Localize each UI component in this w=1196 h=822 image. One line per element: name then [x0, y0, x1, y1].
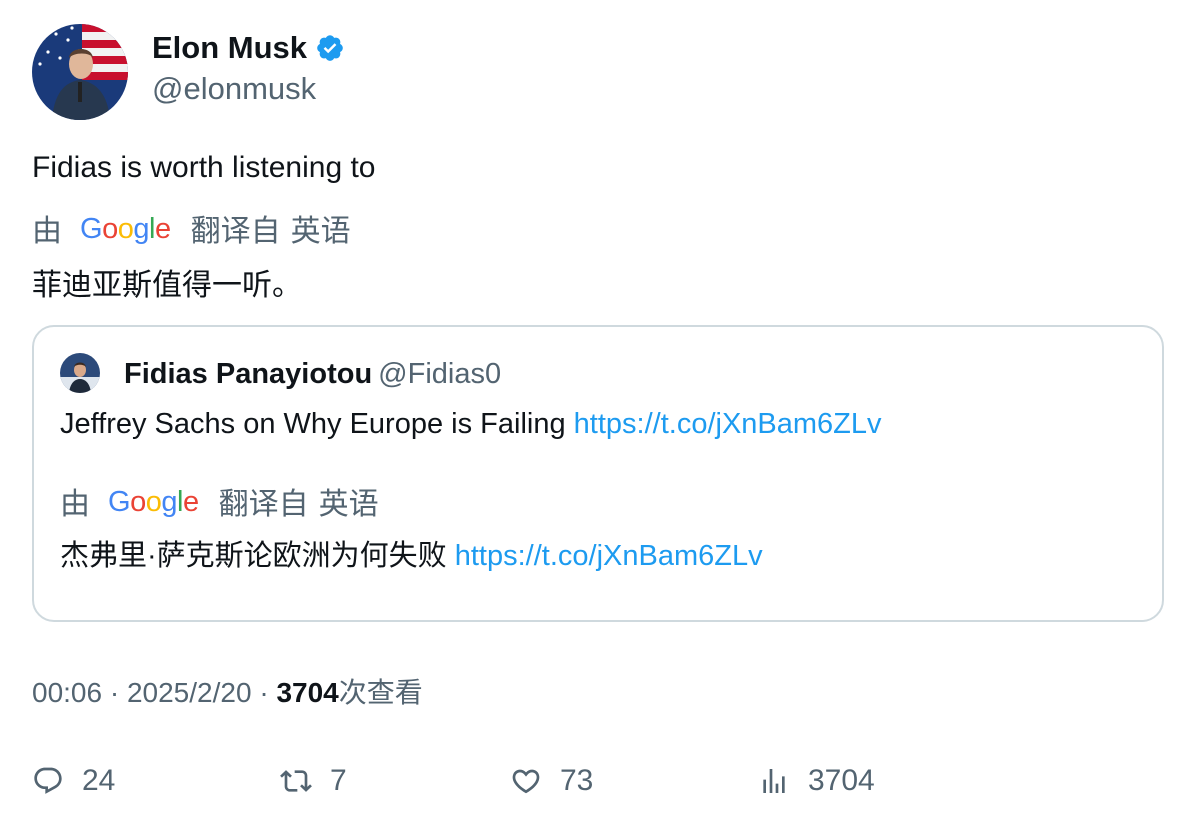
quoted-translation-attribution: 由 Google 翻译自 英语 — [60, 485, 379, 525]
meta-separator: · — [109, 677, 120, 708]
retweet-icon — [280, 770, 312, 792]
tweet-metadata: 00:06 · 2025/2/20 · 3704次查看 — [32, 674, 423, 712]
views-count: 3704 — [276, 677, 339, 708]
translation-attribution: 由 Google 翻译自 英语 — [32, 212, 351, 252]
tweet-text: Fidias is worth listening to — [32, 151, 376, 184]
quoted-source-language: 英语 — [318, 488, 379, 521]
views-label: 次查看 — [338, 677, 423, 708]
google-logo: Google — [80, 213, 171, 245]
quoted-author-avatar[interactable] — [60, 353, 100, 393]
meta-separator: · — [259, 677, 269, 708]
quoted-translated-text: 杰弗里·萨克斯论欧洲为何失败 https://t.co/jXnBam6ZLv — [60, 537, 763, 575]
heart-icon — [512, 769, 540, 794]
quoted-author-handle[interactable]: @Fidias0 — [378, 358, 501, 390]
retweet-button[interactable]: 7 — [280, 758, 347, 804]
tweet-date[interactable]: 2025/2/20 — [127, 677, 252, 708]
quoted-translated-link[interactable]: https://t.co/jXnBam6ZLv — [455, 540, 763, 572]
retweet-count: 7 — [330, 764, 347, 797]
author-name[interactable]: Elon Musk — [152, 28, 345, 68]
quoted-translated-content: 杰弗里·萨克斯论欧洲为何失败 — [60, 540, 447, 572]
author-handle[interactable]: @elonmusk — [152, 70, 316, 108]
action-bar: 24 7 73 3704 — [32, 758, 1164, 804]
reply-button[interactable]: 24 — [32, 758, 115, 804]
verified-badge-icon[interactable] — [315, 33, 345, 63]
analytics-icon — [763, 769, 785, 793]
quoted-translation-by-label: 由 — [60, 488, 90, 521]
views-button[interactable]: 3704 — [758, 758, 875, 804]
views-action-count: 3704 — [808, 764, 875, 797]
quoted-translated-from-label: 翻译自 — [218, 488, 309, 521]
quoted-author[interactable]: Fidias Panayiotou @Fidias0 — [124, 356, 501, 392]
reply-icon — [34, 767, 62, 794]
like-count: 73 — [560, 764, 594, 797]
translated-tweet-text: 菲迪亚斯值得一听。 — [32, 269, 302, 302]
quoted-text-content: Jeffrey Sachs on Why Europe is Failing — [60, 408, 566, 440]
author-avatar[interactable] — [32, 24, 128, 120]
quoted-tweet-card[interactable]: Fidias Panayiotou @Fidias0 Jeffrey Sachs … — [32, 325, 1164, 622]
quoted-tweet-link[interactable]: https://t.co/jXnBam6ZLv — [574, 408, 882, 440]
quoted-google-logo: Google — [108, 486, 199, 518]
quoted-tweet-text: Jeffrey Sachs on Why Europe is Failing h… — [60, 405, 882, 443]
translated-from-label: 翻译自 — [190, 215, 281, 248]
translation-by-label: 由 — [32, 215, 62, 248]
reply-count: 24 — [82, 764, 116, 797]
like-button[interactable]: 73 — [510, 758, 593, 804]
author-name-text[interactable]: Elon Musk — [152, 28, 307, 68]
tweet-time[interactable]: 00:06 — [32, 677, 102, 708]
source-language: 英语 — [290, 215, 351, 248]
quoted-author-name[interactable]: Fidias Panayiotou — [124, 358, 372, 390]
